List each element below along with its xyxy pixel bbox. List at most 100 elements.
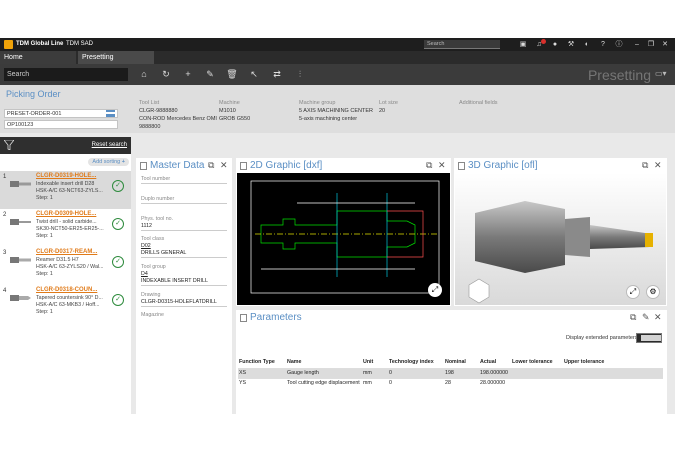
- add-sorting-label: Add sorting: [92, 159, 121, 165]
- column-header[interactable]: Unit: [362, 356, 388, 368]
- additional-fields: Additional fields: [459, 100, 498, 106]
- expand-icon[interactable]: ⧉: [208, 160, 214, 171]
- reset-search-link[interactable]: Reset search: [92, 142, 127, 148]
- dxf-drawing: [250, 180, 440, 294]
- cell: 28.000000: [479, 377, 511, 388]
- extended-parameters-toggle[interactable]: [636, 333, 662, 343]
- column-header[interactable]: Upper tolerance: [563, 356, 663, 368]
- layout-icon[interactable]: ▭▾: [655, 69, 669, 79]
- item-title[interactable]: CLGR-D0309-HOLE...: [36, 211, 96, 217]
- cell: [563, 367, 663, 378]
- reamer-thumbnail-icon: [10, 257, 31, 263]
- delete-icon[interactable]: 🗑: [226, 68, 238, 81]
- column-header[interactable]: Lower tolerance: [511, 356, 563, 368]
- restore-icon[interactable]: ❐: [646, 40, 656, 49]
- graphic-2d-panel: 2D Graphic [dxf] ⧉ ✕ ⤢: [236, 158, 451, 306]
- settings-icon[interactable]: ⚙: [646, 285, 660, 299]
- cell: 198: [444, 367, 479, 378]
- cell: YS: [238, 377, 286, 388]
- cell: Gauge length: [286, 367, 362, 378]
- title-bar: TDM Global Line TDM SAD Search ▣ ♫ ● ⚒ ◐…: [0, 38, 675, 51]
- add-icon[interactable]: +: [182, 68, 194, 81]
- graphic-2d-title: 2D Graphic [dxf]: [250, 160, 323, 171]
- tab-home[interactable]: Home: [0, 51, 76, 64]
- help-icon[interactable]: ?: [598, 40, 608, 49]
- edit-icon[interactable]: ✎: [642, 312, 650, 323]
- edit-icon[interactable]: ✎: [204, 68, 216, 81]
- cell: 0: [388, 367, 444, 378]
- expand-icon[interactable]: ⧉: [426, 160, 432, 171]
- check-icon: ✓: [112, 180, 124, 192]
- fullscreen-icon[interactable]: ⤢: [626, 285, 640, 299]
- close-window-icon[interactable]: ✕: [660, 40, 670, 49]
- tab-bar: Home Presetting: [0, 51, 675, 64]
- phys-tool-no-field: Phys. tool no. 1112: [141, 216, 227, 231]
- home-icon[interactable]: ⌂: [138, 68, 150, 81]
- check-icon: ✓: [112, 218, 124, 230]
- item-number: 4: [3, 288, 7, 294]
- close-panel-icon[interactable]: ✕: [438, 160, 446, 171]
- info-icon[interactable]: ⓘ: [614, 40, 624, 49]
- list-item[interactable]: 3 CLGR-D0317-REAM... Reamer D31.5 H7 HSK…: [0, 247, 131, 285]
- filter-icon[interactable]: [4, 140, 14, 150]
- table-row[interactable]: YS Tool cutting edge displacement mm 0 2…: [238, 377, 663, 388]
- item-step: Step: 1: [36, 195, 53, 201]
- list-icon[interactable]: [106, 110, 115, 117]
- cell: 198.000000: [479, 367, 511, 378]
- close-panel-icon[interactable]: ✕: [220, 160, 228, 171]
- order-field[interactable]: PRESET-ORDER-001: [4, 109, 118, 118]
- close-panel-icon[interactable]: ✕: [654, 160, 662, 171]
- item-title[interactable]: CLGR-D0317-REAM...: [36, 249, 97, 255]
- fullscreen-icon[interactable]: ⤢: [428, 283, 442, 297]
- item-number: 3: [3, 250, 7, 256]
- item-description: Reamer D31.5 H7: [36, 257, 79, 263]
- column-header[interactable]: Function Type: [238, 356, 286, 368]
- order-header: Picking Order PRESET-ORDER-001 OP100123 …: [0, 85, 675, 133]
- master-data-panel: Master Data ⧉ ✕ Tool number Duplo number…: [136, 158, 232, 414]
- global-search-input[interactable]: Search: [424, 40, 500, 49]
- lot-size-field: Lot size 20: [379, 100, 398, 114]
- column-header[interactable]: Technology index: [388, 356, 444, 368]
- dxf-drawing-view[interactable]: ⤢: [237, 173, 450, 305]
- column-header[interactable]: Nominal: [444, 356, 479, 368]
- add-sorting-button[interactable]: Add sorting +: [88, 158, 129, 166]
- drill-thumbnail-icon: [10, 219, 31, 225]
- pointer-icon[interactable]: ↖: [248, 68, 260, 81]
- clipboard-icon[interactable]: ▣: [518, 40, 528, 49]
- minimize-icon[interactable]: –: [632, 40, 642, 49]
- column-header[interactable]: Name: [286, 356, 362, 368]
- page-title: Presetting: [587, 67, 651, 83]
- split-icon[interactable]: ⫶: [294, 68, 306, 81]
- item-description: Twist drill - solid carbide...: [36, 219, 97, 225]
- item-assembly: HSK-A/C 63-MKB3 / Hoff...: [36, 302, 100, 308]
- list-item[interactable]: 4 CLGR-D0318-COUN... Tapered countersink…: [0, 285, 131, 323]
- search-input[interactable]: Search: [4, 68, 128, 81]
- table-row[interactable]: XS Gauge length mm 0 198 198.000000: [238, 367, 663, 378]
- tools-icon[interactable]: ⚒: [566, 40, 576, 49]
- item-assembly: HSK-A/C 63-ZYLS20 / Wal...: [36, 264, 104, 270]
- 3d-model-view[interactable]: ⤢ ⚙: [455, 173, 666, 305]
- list-item[interactable]: 2 CLGR-D0309-HOLE... Twist drill - solid…: [0, 209, 131, 247]
- cell: [511, 367, 563, 378]
- cell: mm: [362, 367, 388, 378]
- cell: [511, 377, 563, 388]
- column-header[interactable]: Actual: [479, 356, 511, 368]
- expand-icon[interactable]: ⧉: [630, 312, 636, 323]
- cell: [563, 377, 663, 388]
- close-panel-icon[interactable]: ✕: [654, 312, 662, 323]
- image-icon: [240, 162, 247, 170]
- item-title[interactable]: CLGR-D0319-HOLE...: [36, 173, 96, 179]
- list-item[interactable]: 1 CLGR-D0319-HOLE... Indexable insert dr…: [0, 171, 131, 209]
- item-description: Tapered countersink 90° D...: [36, 295, 103, 301]
- expand-icon[interactable]: ⧉: [642, 160, 648, 171]
- tab-presetting[interactable]: Presetting: [78, 51, 154, 64]
- item-title[interactable]: CLGR-D0318-COUN...: [36, 287, 97, 293]
- user-icon[interactable]: ●: [550, 40, 560, 49]
- operation-field[interactable]: OP100123: [4, 120, 118, 129]
- item-step: Step: 1: [36, 271, 53, 277]
- app-window: TDM Global Line TDM SAD Search ▣ ♫ ● ⚒ ◐…: [0, 38, 675, 414]
- transfer-icon[interactable]: ⇄: [271, 68, 283, 81]
- user-settings-icon[interactable]: ◐: [582, 40, 592, 49]
- refresh-icon[interactable]: ↻: [160, 68, 172, 81]
- bell-icon[interactable]: ♫: [534, 39, 546, 49]
